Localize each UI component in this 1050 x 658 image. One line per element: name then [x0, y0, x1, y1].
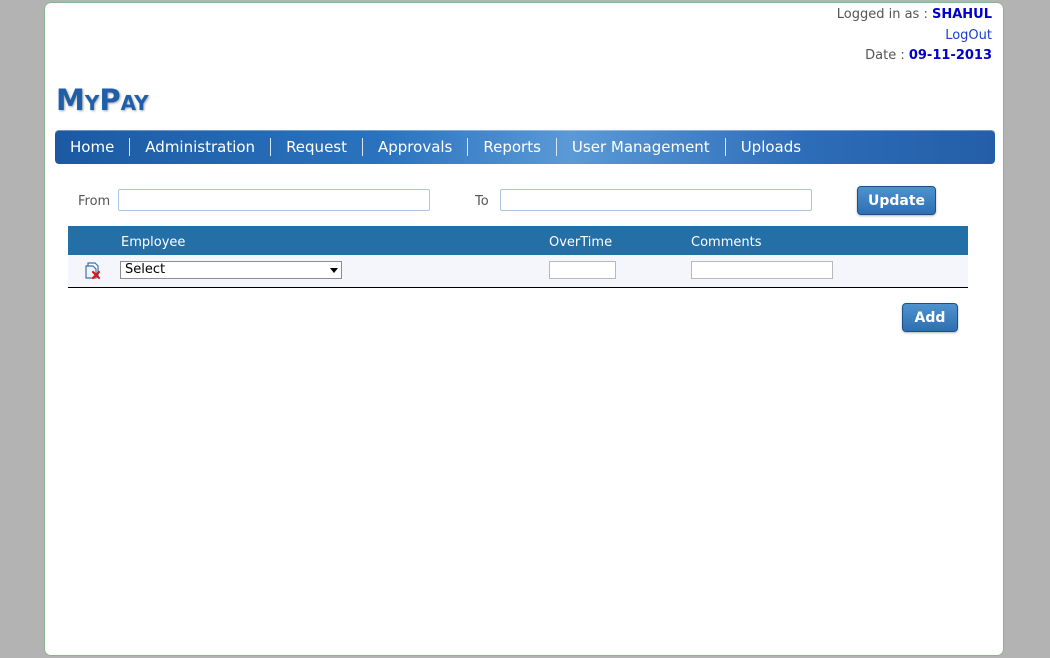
table-row: Select: [68, 255, 968, 287]
logged-in-label: Logged in as :: [836, 7, 932, 22]
from-label: From: [78, 194, 111, 209]
app-logo: MyPay: [56, 83, 149, 117]
nav-item-uploads[interactable]: Uploads: [724, 138, 816, 156]
main-nav: Home Administration Request Approvals Re…: [55, 130, 995, 164]
page-container: Logged in as : SHAHUL LogOut Date : 09-1…: [44, 2, 1004, 656]
comments-input[interactable]: [691, 261, 833, 279]
login-status: Logged in as : SHAHUL: [837, 7, 992, 22]
nav-item-home[interactable]: Home: [55, 138, 129, 156]
to-label: To: [475, 194, 489, 209]
overtime-input[interactable]: [549, 261, 616, 279]
column-header-employee: Employee: [121, 235, 186, 250]
nav-item-request[interactable]: Request: [270, 138, 362, 156]
chevron-down-icon: [330, 268, 338, 273]
add-button[interactable]: Add: [902, 303, 958, 332]
logout-container: LogOut: [945, 28, 992, 43]
date-label: Date :: [865, 48, 909, 63]
employee-select[interactable]: Select: [120, 261, 342, 279]
column-header-comments: Comments: [691, 235, 762, 250]
nav-item-reports[interactable]: Reports: [467, 138, 556, 156]
grid-header: Employee OverTime Comments: [68, 226, 968, 255]
update-button[interactable]: Update: [857, 186, 936, 215]
logout-link[interactable]: LogOut: [945, 28, 992, 43]
username: SHAHUL: [931, 7, 992, 22]
nav-item-user-management[interactable]: User Management: [555, 138, 725, 156]
employee-select-value: Select: [125, 262, 166, 277]
column-header-overtime: OverTime: [549, 235, 613, 250]
date-value: 09-11-2013: [908, 48, 992, 63]
overtime-grid: Employee OverTime Comments Select: [68, 226, 968, 288]
from-date-input[interactable]: [118, 189, 430, 211]
to-date-input[interactable]: [500, 189, 812, 211]
nav-item-administration[interactable]: Administration: [129, 138, 270, 156]
nav-item-approvals[interactable]: Approvals: [362, 138, 467, 156]
delete-row-icon[interactable]: [82, 260, 102, 280]
date-display: Date : 09-11-2013: [865, 48, 992, 63]
